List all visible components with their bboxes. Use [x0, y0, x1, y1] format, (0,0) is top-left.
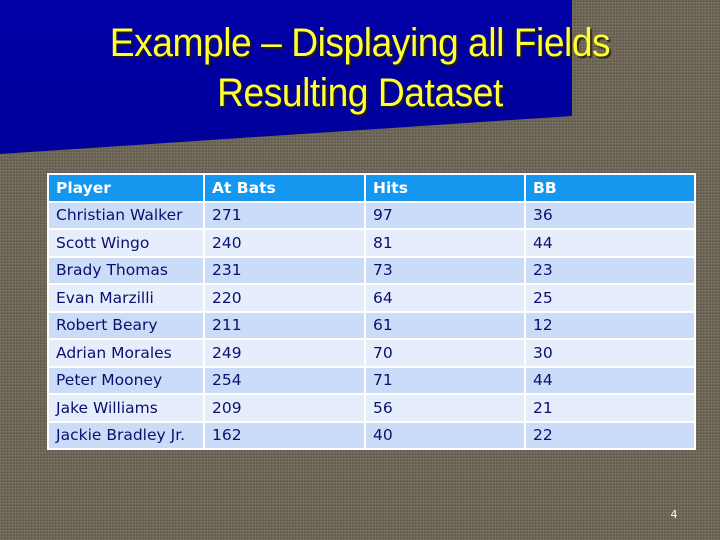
cell-at-bats: 162	[203, 420, 366, 450]
cell-hits: 64	[364, 283, 526, 313]
cell-hits: 81	[364, 228, 526, 258]
cell-at-bats: 249	[203, 338, 366, 368]
cell-hits: 40	[364, 420, 526, 450]
cell-bb: 44	[524, 365, 696, 395]
cell-player: Jackie Bradley Jr.	[47, 420, 205, 450]
cell-at-bats: 254	[203, 365, 366, 395]
cell-at-bats: 271	[203, 200, 366, 230]
cell-at-bats: 209	[203, 393, 366, 423]
cell-hits: 61	[364, 310, 526, 340]
table-row: Brady Thomas 231 73 23	[47, 255, 696, 285]
table-row: Robert Beary 211 61 12	[47, 310, 696, 340]
cell-hits: 71	[364, 365, 526, 395]
cell-bb: 36	[524, 200, 696, 230]
table-row: Peter Mooney 254 71 44	[47, 365, 696, 395]
cell-at-bats: 240	[203, 228, 366, 258]
cell-hits: 97	[364, 200, 526, 230]
column-header-hits: Hits	[364, 173, 526, 203]
table-row: Adrian Morales 249 70 30	[47, 338, 696, 368]
cell-bb: 44	[524, 228, 696, 258]
cell-bb: 25	[524, 283, 696, 313]
table-row: Scott Wingo 240 81 44	[47, 228, 696, 258]
cell-hits: 73	[364, 255, 526, 285]
cell-hits: 70	[364, 338, 526, 368]
page-number: 4	[670, 508, 678, 521]
table-header-row: Player At Bats Hits BB	[47, 173, 696, 203]
slide-title-line-2: Resulting Dataset	[217, 71, 503, 115]
column-header-at-bats: At Bats	[203, 173, 366, 203]
cell-player: Brady Thomas	[47, 255, 205, 285]
slide-title-line-1: Example – Displaying all Fields	[109, 21, 611, 65]
cell-bb: 12	[524, 310, 696, 340]
cell-at-bats: 211	[203, 310, 366, 340]
column-header-player: Player	[47, 173, 205, 203]
cell-at-bats: 231	[203, 255, 366, 285]
cell-player: Scott Wingo	[47, 228, 205, 258]
cell-player: Evan Marzilli	[47, 283, 205, 313]
table-row: Evan Marzilli 220 64 25	[47, 283, 696, 313]
cell-player: Adrian Morales	[47, 338, 205, 368]
table-row: Jake Williams 209 56 21	[47, 393, 696, 423]
table-row: Jackie Bradley Jr. 162 40 22	[47, 420, 696, 450]
cell-bb: 23	[524, 255, 696, 285]
column-header-bb: BB	[524, 173, 696, 203]
cell-player: Peter Mooney	[47, 365, 205, 395]
cell-player: Jake Williams	[47, 393, 205, 423]
cell-player: Robert Beary	[47, 310, 205, 340]
slide-title: Example – Displaying all Fields Resultin…	[25, 18, 695, 118]
table-row: Christian Walker 271 97 36	[47, 200, 696, 230]
cell-bb: 22	[524, 420, 696, 450]
title-band: Example – Displaying all Fields Resultin…	[0, 0, 720, 170]
cell-bb: 21	[524, 393, 696, 423]
cell-bb: 30	[524, 338, 696, 368]
cell-at-bats: 220	[203, 283, 366, 313]
resulting-dataset-table: Player At Bats Hits BB Christian Walker …	[47, 173, 696, 450]
cell-player: Christian Walker	[47, 200, 205, 230]
cell-hits: 56	[364, 393, 526, 423]
